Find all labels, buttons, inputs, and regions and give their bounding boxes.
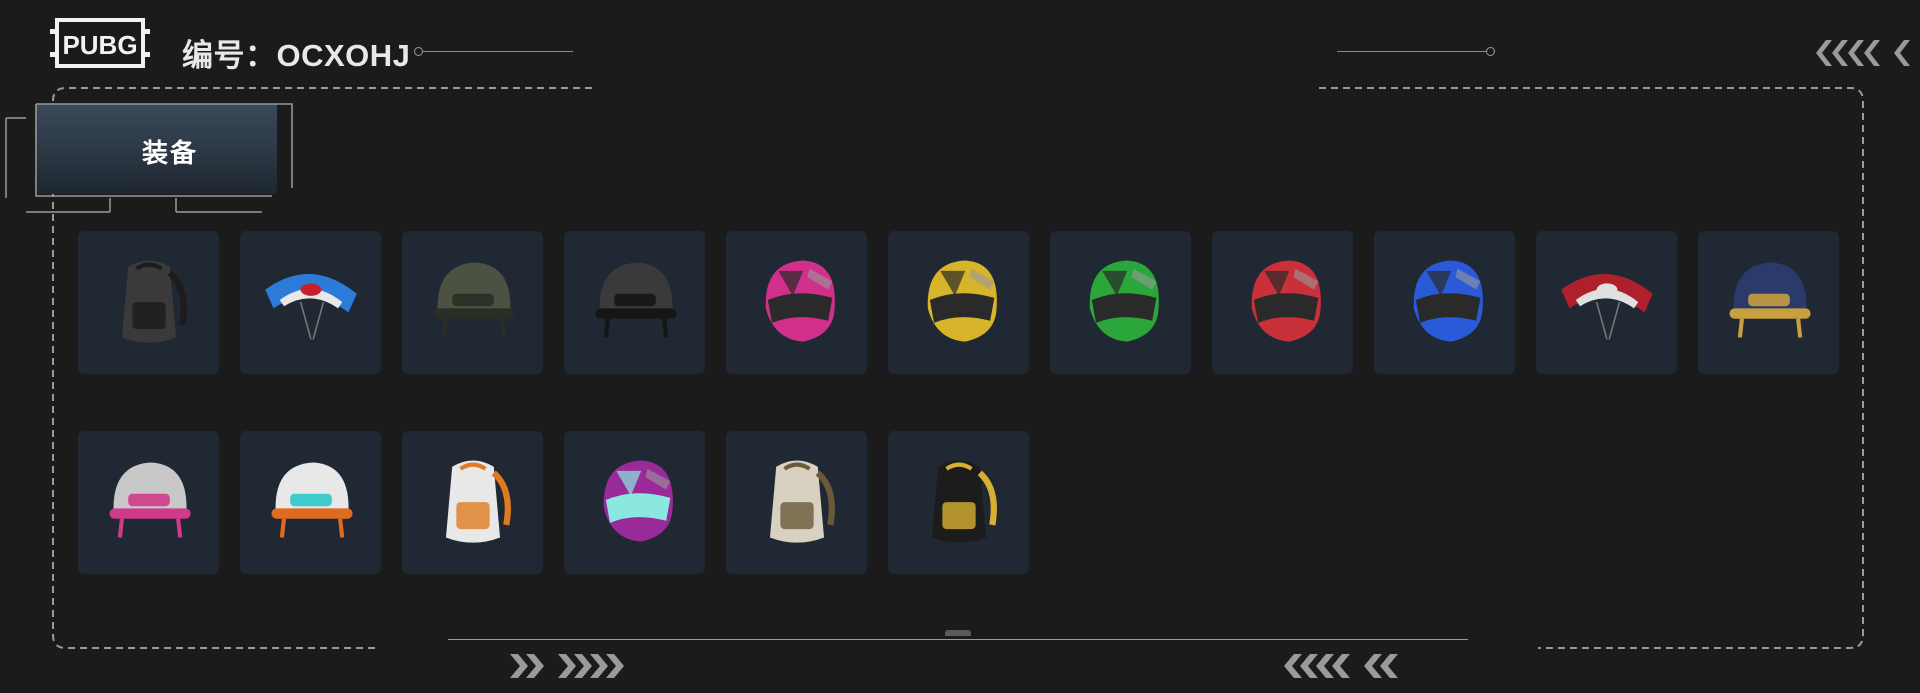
chevrons-left-icon [1816, 40, 1910, 66]
item-slot[interactable] [78, 431, 219, 574]
parachute-icon [1555, 248, 1659, 357]
line-dot-left [414, 47, 423, 56]
racing-helmet-icon [583, 448, 687, 557]
helmet-icon [1717, 248, 1821, 357]
item-slot[interactable] [1536, 231, 1677, 374]
item-slot[interactable] [240, 231, 381, 374]
item-slot[interactable] [888, 431, 1029, 574]
pubg-logo: PUBG [50, 17, 150, 69]
racing-helmet-icon [907, 248, 1011, 357]
parachute-icon [259, 248, 363, 357]
item-slot[interactable] [402, 231, 543, 374]
backpack-icon [745, 448, 849, 557]
item-slot[interactable] [888, 231, 1029, 374]
bottom-notch [945, 630, 971, 636]
item-slot[interactable] [1212, 231, 1353, 374]
backpack-icon [97, 248, 201, 357]
backpack-icon [907, 448, 1011, 557]
logo-text: PUBG [62, 30, 137, 60]
racing-helmet-icon [745, 248, 849, 357]
code-label: 编号：OCXOHJ [182, 38, 411, 73]
backpack-icon [421, 448, 525, 557]
item-slot[interactable] [564, 431, 705, 574]
item-slot[interactable] [402, 431, 543, 574]
item-slot[interactable] [78, 231, 219, 374]
item-slot[interactable] [1374, 231, 1515, 374]
helmet-icon [97, 448, 201, 557]
header-line-left [423, 51, 573, 52]
item-slot[interactable] [726, 231, 867, 374]
racing-helmet-icon [1069, 248, 1173, 357]
chevrons-right-icon [510, 654, 624, 678]
racing-helmet-icon [1231, 248, 1335, 357]
item-slot[interactable] [1698, 231, 1839, 374]
item-slot[interactable] [564, 231, 705, 374]
chevrons-left-bottom-icon [1284, 654, 1398, 678]
racing-helmet-icon [1393, 248, 1497, 357]
helmet-icon [583, 248, 687, 357]
line-dot-right [1486, 47, 1495, 56]
helmet-icon [421, 248, 525, 357]
item-slot[interactable] [726, 431, 867, 574]
item-slot[interactable] [1050, 231, 1191, 374]
tab-equipment-label: 装备 [141, 138, 198, 168]
helmet-icon [259, 448, 363, 557]
header-line-right [1337, 51, 1487, 52]
item-slot[interactable] [240, 431, 381, 574]
bottom-line [448, 639, 1468, 640]
